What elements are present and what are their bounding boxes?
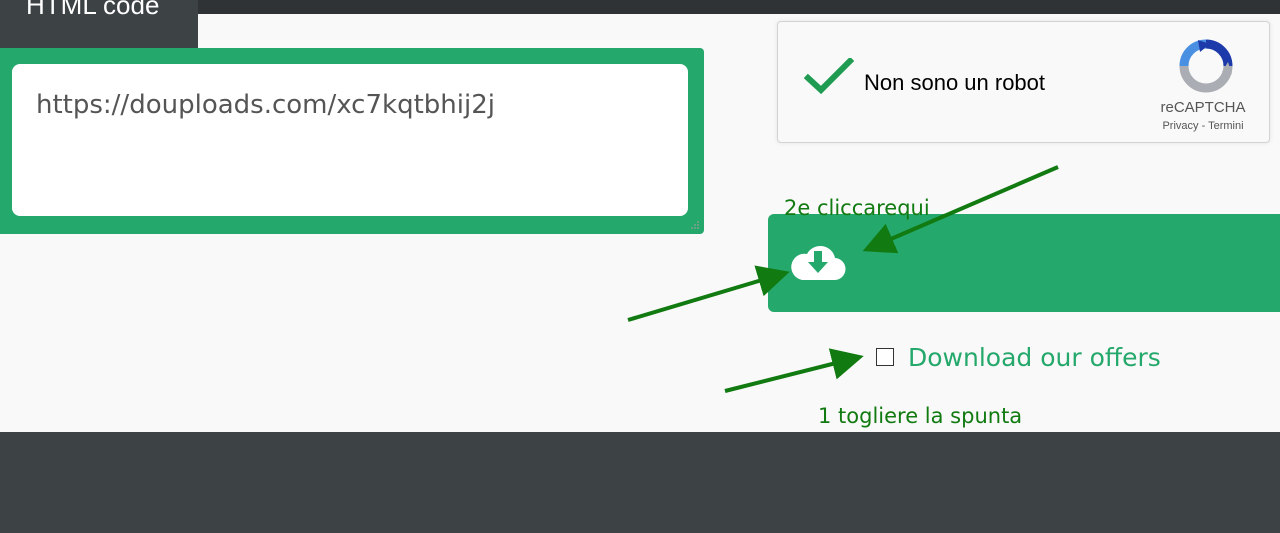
arrow-to-download-icon: [627, 265, 790, 322]
recaptcha-terms-link[interactable]: Termini: [1208, 120, 1243, 132]
recaptcha-label: Non sono un robot: [864, 70, 1046, 95]
offers-label[interactable]: Download our offers: [908, 343, 1161, 372]
resize-grip-icon[interactable]: [690, 220, 700, 230]
tab-html-code[interactable]: HTML code: [0, 0, 198, 48]
recaptcha-logo-icon: [1179, 39, 1233, 93]
recaptcha-links: Privacy - Termini: [1138, 120, 1268, 132]
recaptcha-widget: Non sono un robot reCAPTCHA Privacy - Te…: [777, 21, 1270, 143]
annotation-step2: 2e cliccarequi: [784, 196, 930, 220]
tab-html-code-label: HTML code: [26, 0, 160, 20]
download-link-textarea[interactable]: https://douploads.com/xc7kqtbhij2j: [12, 64, 688, 216]
offers-row: Download our offers: [876, 340, 1161, 374]
recaptcha-privacy-link[interactable]: Privacy: [1162, 120, 1198, 132]
footer: [0, 432, 1280, 533]
cloud-download-icon: [791, 245, 846, 281]
link-box: https://douploads.com/xc7kqtbhij2j: [0, 48, 704, 234]
recaptcha-brand: reCAPTCHA: [1160, 99, 1246, 116]
download-button[interactable]: [768, 214, 1280, 312]
arrow-to-offers-checkbox: [724, 348, 864, 393]
recaptcha-separator: -: [1198, 120, 1209, 132]
checkmark-icon[interactable]: [804, 58, 854, 98]
annotation-step1: 1 togliere la spunta: [818, 404, 1023, 428]
offers-checkbox[interactable]: [876, 348, 894, 366]
